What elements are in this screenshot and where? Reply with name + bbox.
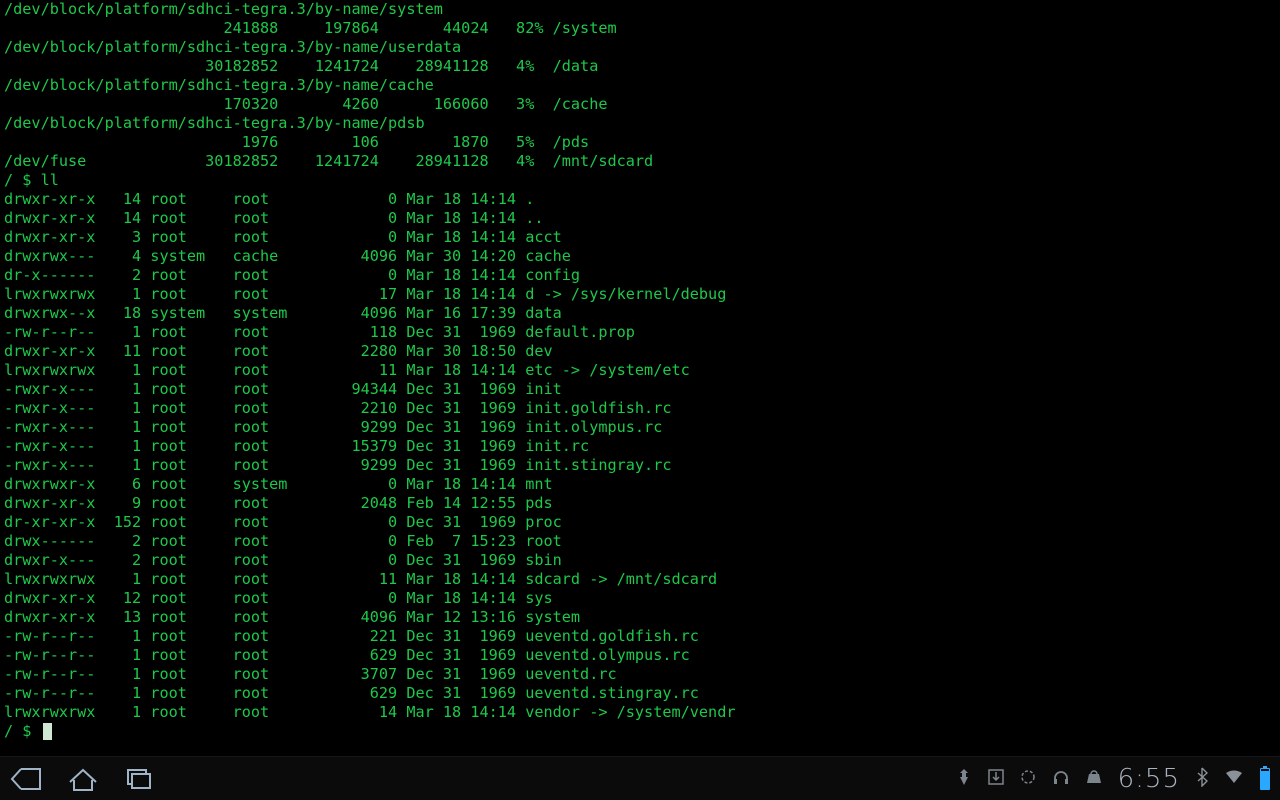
- cursor: [43, 723, 52, 740]
- home-button[interactable]: [66, 766, 100, 792]
- system-navbar: 6:55: [0, 756, 1280, 800]
- store-icon: [1086, 769, 1102, 789]
- download-icon: [988, 769, 1004, 789]
- back-button[interactable]: [10, 766, 44, 792]
- bluetooth-icon: [1196, 767, 1208, 791]
- headphones-icon: [1052, 769, 1070, 789]
- terminal-output[interactable]: /dev/block/platform/sdhci-tegra.3/by-nam…: [0, 0, 1280, 741]
- battery-icon: [1260, 768, 1270, 790]
- wifi-icon: [1224, 769, 1244, 789]
- recents-button[interactable]: [122, 766, 156, 792]
- clock[interactable]: 6:55: [1118, 764, 1180, 794]
- usb-debug-icon: [956, 768, 972, 790]
- sync-icon: [1020, 769, 1036, 789]
